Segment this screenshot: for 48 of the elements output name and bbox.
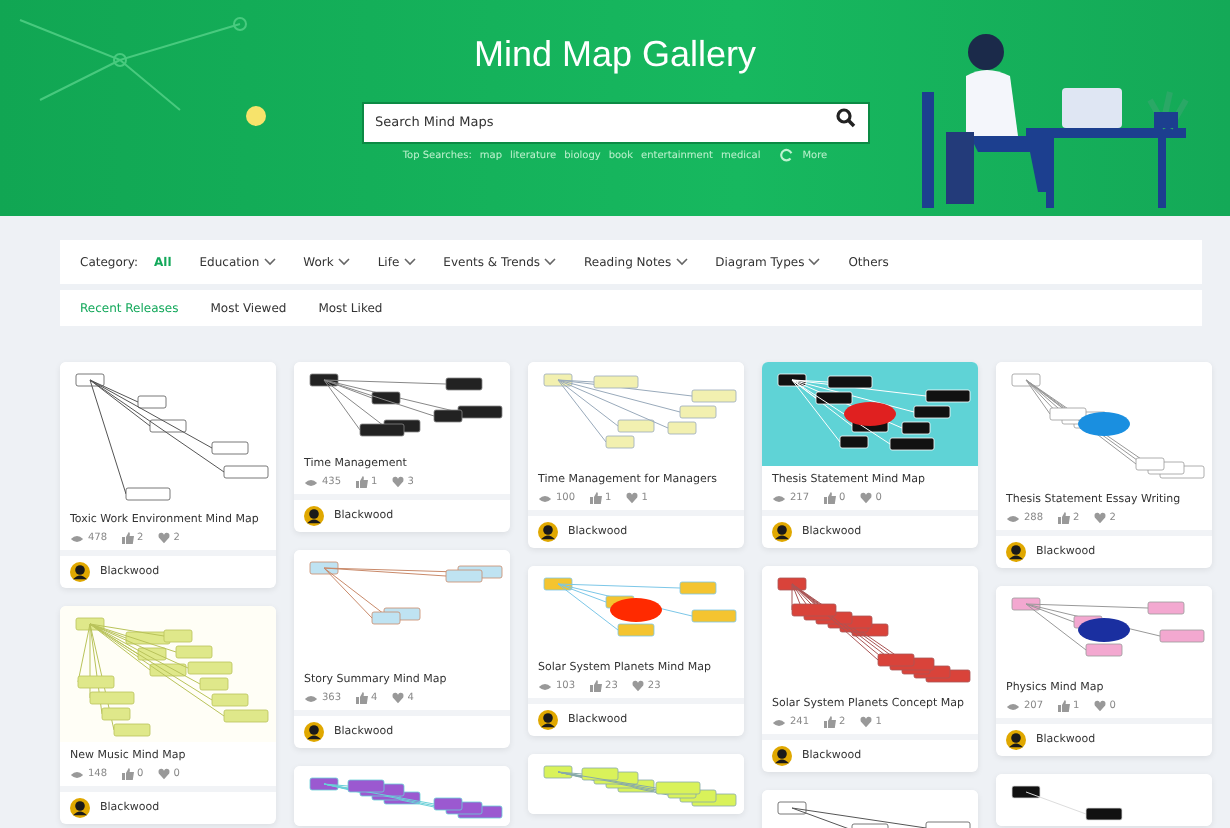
thumbs-up-icon [355,476,368,488]
heart-icon [157,768,170,780]
thumbs-up-icon [1057,512,1070,524]
thumbs-up-icon [1057,700,1070,712]
thumbs-up-icon [589,680,602,692]
avatar-icon [304,722,324,742]
chevron-icon [544,258,557,266]
thumbs-up-icon [823,716,836,728]
avatar-icon [304,506,324,526]
eye-icon [304,693,318,703]
eye-icon [1006,701,1020,711]
chevron-icon [675,258,688,266]
avatar-icon [538,710,558,730]
heart-icon [391,476,404,488]
avatar-icon [1006,730,1026,750]
heart-icon [391,692,404,704]
eye-icon [772,493,786,503]
avatar-icon [70,798,90,818]
chevron-icon [808,258,821,266]
heart-icon [1093,512,1106,524]
thumbs-up-icon [355,692,368,704]
chevron-icon [403,258,416,266]
eye-icon [1006,513,1020,523]
thumbs-up-icon [589,492,602,504]
heart-icon [157,532,170,544]
heart-icon [1093,700,1106,712]
chevron-icon [263,258,276,266]
heart-icon [859,716,872,728]
thumbs-up-icon [823,492,836,504]
avatar-icon [772,522,792,542]
heart-icon [631,680,644,692]
avatar-icon [538,522,558,542]
thumbs-up-icon [121,768,134,780]
eye-icon [70,769,84,779]
eye-icon [70,533,84,543]
eye-icon [538,493,552,503]
thumbs-up-icon [121,532,134,544]
avatar-icon [1006,542,1026,562]
gallery-title: Mind Map Gallery [473,34,757,76]
avatar-icon [70,562,90,582]
eye-icon [304,477,318,487]
heart-icon [859,492,872,504]
eye-icon [772,717,786,727]
eye-icon [538,681,552,691]
search-icon[interactable] [835,107,855,127]
chevron-icon [337,258,350,266]
heart-icon [625,492,638,504]
avatar-icon [772,746,792,766]
